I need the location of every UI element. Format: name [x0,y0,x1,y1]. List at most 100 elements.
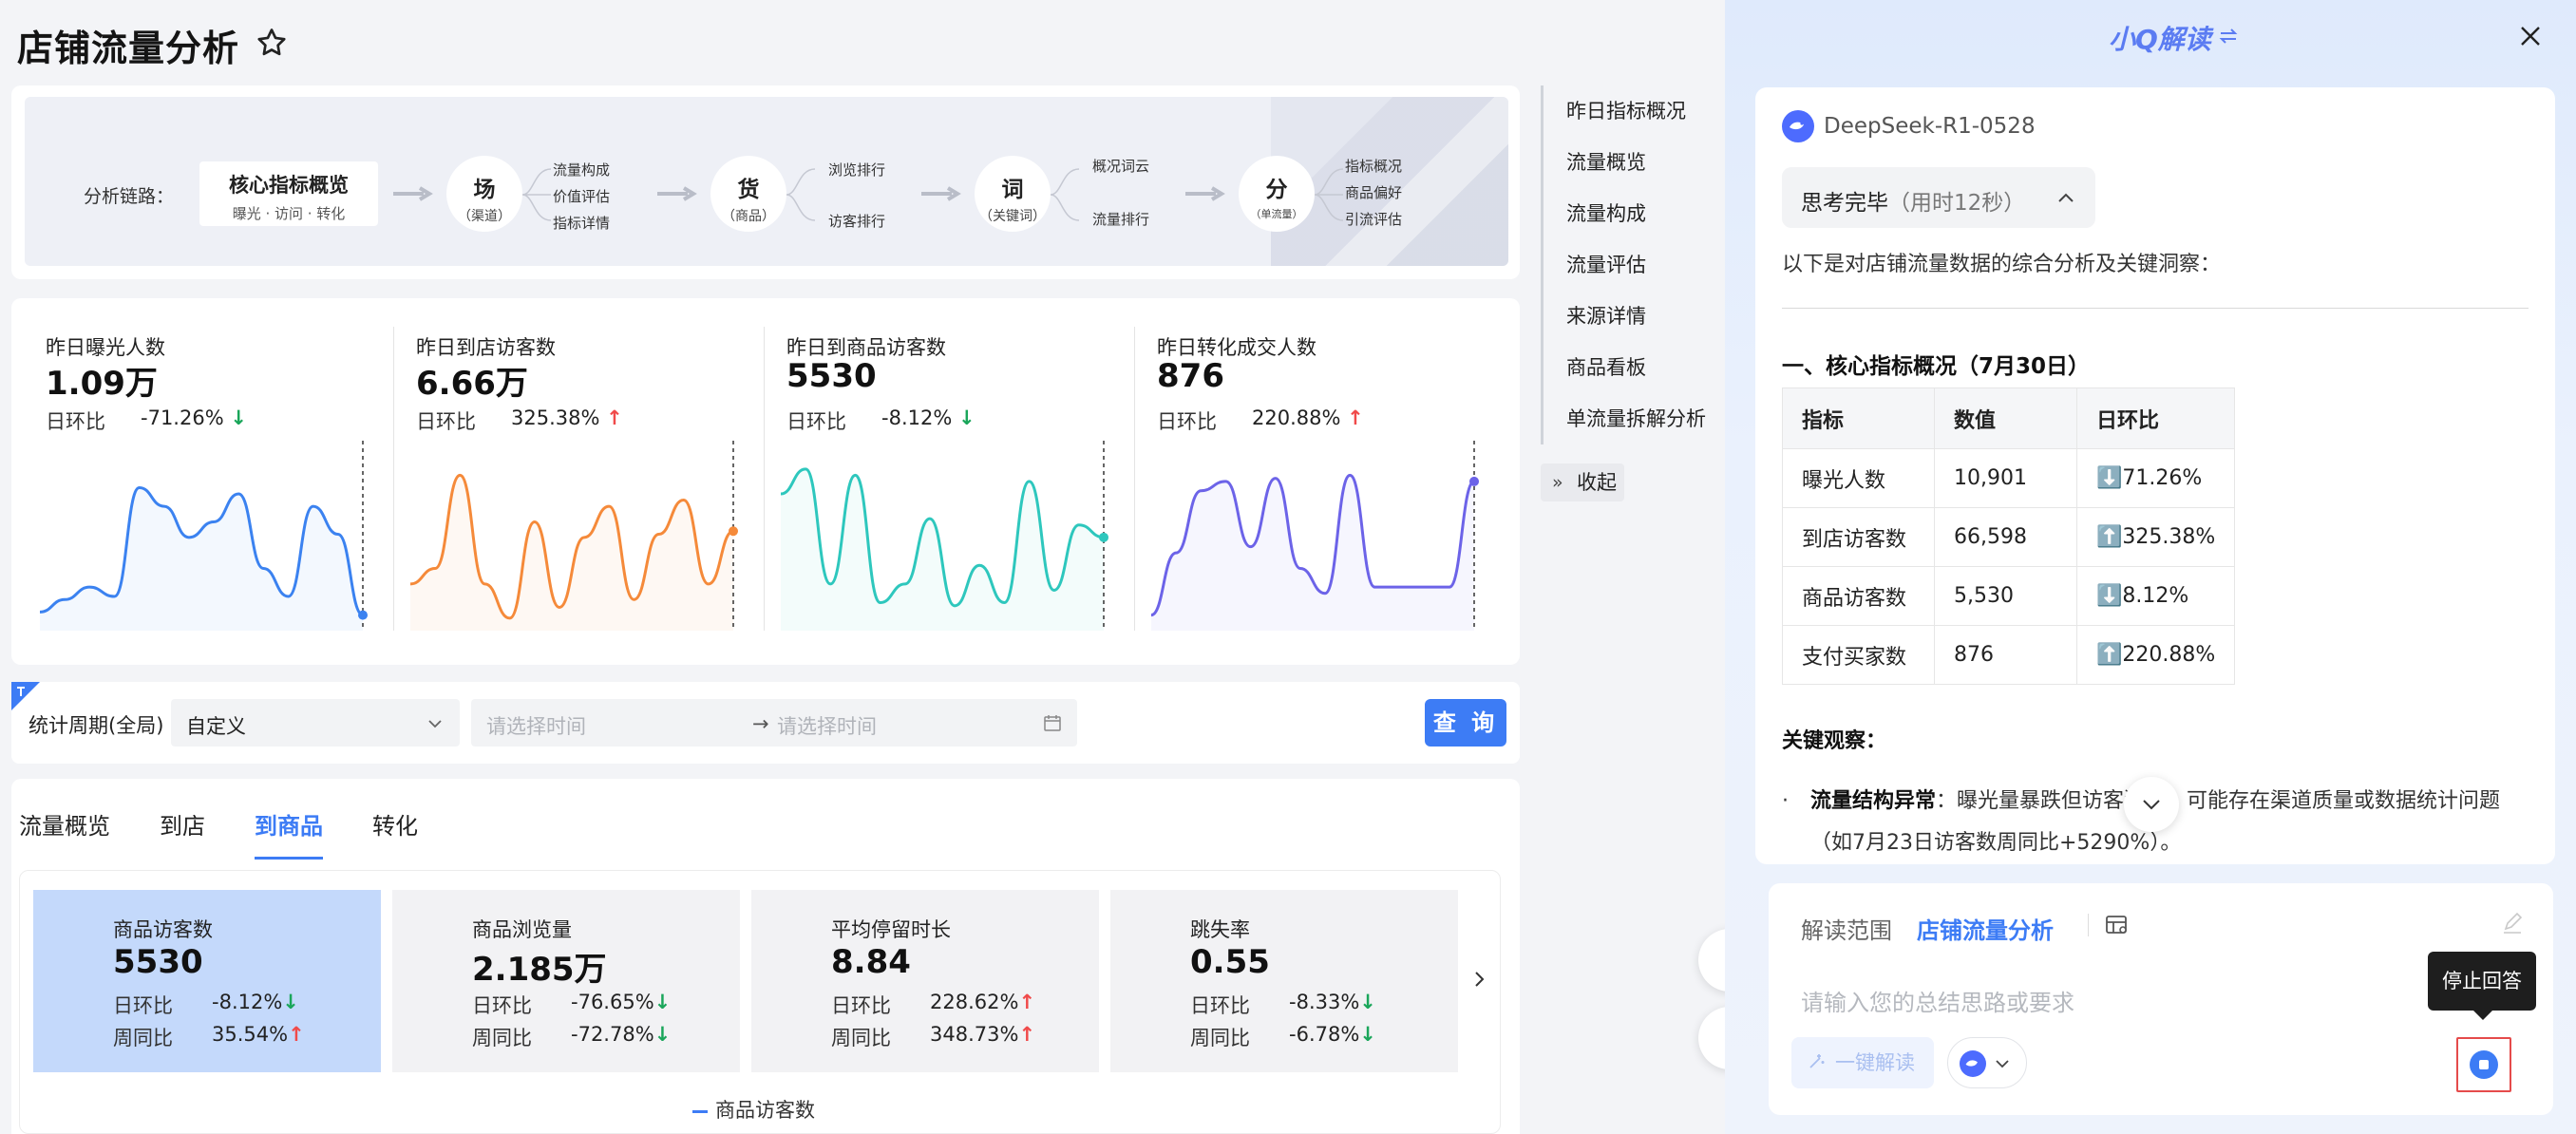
chain-sub-item[interactable]: 商品偏好 [1345,182,1402,202]
period-label: 统计周期(全局) [28,714,164,737]
arrow-up-icon: ↑ [288,1023,305,1046]
tab-conversion[interactable]: 转化 [372,807,418,860]
end-date-input[interactable]: 请选择时间 [777,711,877,740]
chain-sub-item[interactable]: 流量构成 [553,160,610,180]
anchor-nav: 昨日指标概况 流量概览 流量构成 流量评估 来源详情 商品看板 单流量拆解分析 [1541,85,1721,444]
node-sub: （单流量） [1250,208,1303,220]
start-date-input[interactable]: 请选择时间 [486,711,586,740]
anchor-item[interactable]: 昨日指标概况 [1544,85,1721,137]
chevron-right-icon[interactable] [1468,968,1490,991]
sparkline [780,441,1108,631]
metric-value: 0.55 [1190,943,1270,981]
arrow-down-icon: ↓ [1359,991,1376,1013]
filter-bar: 统计周期(全局) 自定义 请选择时间 → 请选择时间 查 询 [11,682,1520,764]
scroll-down-button[interactable] [2124,777,2179,832]
tab-product[interactable]: 到商品 [255,807,323,860]
prompt-input[interactable]: 请输入您的总结思路或要求 [1801,984,2074,1017]
metric-label: 商品访客数 [113,918,213,941]
anchor-item[interactable]: 流量概览 [1544,137,1721,188]
metric-wow-label: 周同比 [472,1027,532,1049]
arrow-down-icon: ↓ [1359,1023,1376,1046]
table-header: 数值 [1934,387,2077,449]
chain-node-single-traffic[interactable]: 分 （单流量） [1239,156,1315,232]
arrow-up-icon: ↑ [1347,406,1364,429]
collapse-button[interactable]: » 收起 [1541,463,1624,501]
stop-answer-button[interactable] [2456,1037,2511,1092]
chain-node-keyword[interactable]: 词 （关键词） [975,156,1051,232]
range-arrow-icon: → [752,712,769,735]
table-settings-icon[interactable] [2105,914,2130,936]
star-icon[interactable] [255,26,289,60]
kpi-compare-value: 220.88% ↑ [1252,406,1364,429]
tab-store[interactable]: 到店 [160,807,205,860]
anchor-item[interactable]: 商品看板 [1544,342,1721,393]
table-cell: 商品访客数 [1782,566,1935,626]
metric-value: 2.185万 [472,951,607,989]
kpi-compare-value: -71.26% ↓ [141,406,247,429]
divider [1782,308,2529,309]
sparkline-area [410,475,733,631]
metric-card[interactable]: 商品访客数 5530 日环比 -8.12%↓ 周同比 35.54%↑ [33,890,381,1072]
tab-traffic-overview[interactable]: 流量概览 [19,807,110,860]
table-row: 支付买家数 876 ⬆️220.88% [1782,625,2236,685]
branch-lines [786,168,816,221]
chevron-down-icon [1996,1060,2009,1068]
table-cell: 5,530 [1934,566,2077,626]
chain-sub-item[interactable]: 概况词云 [1092,156,1149,176]
deepseek-logo-icon [1960,1050,1986,1077]
date-range-picker[interactable]: 请选择时间 → 请选择时间 [471,699,1077,747]
kpi-card: 昨日到商品访客数 5530 日环比 -8.12% ↓ [752,298,1123,665]
core-metrics-node[interactable]: 核心指标概览 曝光 · 访问 · 转化 [199,161,378,226]
metric-card[interactable]: 商品浏览量 2.185万 日环比 -76.65%↓ 周同比 -72.78%↓ [392,890,740,1072]
chevron-down-icon [428,720,442,728]
kpi-value: 6.66万 [416,365,528,403]
one-click-interpret-button[interactable]: 一键解读 [1791,1037,1934,1088]
chain-sub-item[interactable]: 指标详情 [553,213,610,233]
anchor-item[interactable]: 流量评估 [1544,239,1721,291]
table-row: 商品访客数 5,530 ⬇️8.12% [1782,566,2236,626]
stop-tooltip: 停止回答 [2428,952,2536,1020]
chain-sub-item[interactable]: 流量排行 [1092,209,1149,229]
metric-wow-value: 35.54%↑ [212,1023,305,1046]
collapse-label: 收起 [1577,471,1617,494]
metric-dod-label: 日环比 [1190,994,1250,1017]
anchor-item[interactable]: 流量构成 [1544,188,1721,239]
arrow-down-icon: ↓ [230,406,247,429]
node-sub: （渠道） [458,209,511,224]
chain-node-goods[interactable]: 货 （商品） [710,156,786,232]
period-select[interactable]: 自定义 [171,699,460,747]
chain-node-channel[interactable]: 场 （渠道） [446,156,522,232]
metric-dod-value: -76.65%↓ [571,991,672,1013]
table-header: 日环比 [2075,387,2236,449]
edit-icon[interactable] [2500,912,2525,936]
sparkline-area [1151,475,1474,631]
chain-arrow-icon [1185,186,1225,201]
sparkle-icon [1809,1054,1825,1068]
anchor-item[interactable]: 单流量拆解分析 [1544,393,1721,444]
kpi-compare-value: 325.38% ↑ [511,406,623,429]
model-select[interactable] [1947,1037,2027,1088]
metric-card[interactable]: 跳失率 0.55 日环比 -8.33%↓ 周同比 -6.78%↓ [1110,890,1458,1072]
scope-value[interactable]: 店铺流量分析 [1917,912,2054,945]
chain-sub-item[interactable]: 访客排行 [828,211,885,231]
metric-card[interactable]: 平均停留时长 8.84 日环比 228.62%↑ 周同比 348.73%↑ [751,890,1099,1072]
detail-panel: 流量概览 到店 到商品 转化 商品访客数 5530 日环比 -8.12%↓ 周同比 35.… [11,779,1520,1134]
metric-dod-label: 日环比 [113,994,173,1017]
analysis-chain-panel: 分析链路： 核心指标概览 曝光 · 访问 · 转化 场 （渠道） 流量构成 价值… [11,85,1520,279]
chain-sub-item[interactable]: 引流评估 [1345,209,1402,229]
kpi-panel: 昨日曝光人数 1.09万 日环比 -71.26% ↓ 昨日到店访客数 6.66万… [11,298,1520,665]
chain-sub-item[interactable]: 价值评估 [553,186,610,206]
sparkline [409,441,738,631]
thinking-status-toggle[interactable]: 思考完毕（用时12秒） [1782,167,2095,228]
chain-sub-item[interactable]: 浏览排行 [828,160,885,180]
query-button[interactable]: 查 询 [1425,699,1506,747]
chain-arrow-icon [657,186,697,201]
table-cell: 到店访客数 [1782,507,1935,567]
period-select-value: 自定义 [186,715,246,738]
core-node-subtitle: 曝光 · 访问 · 转化 [232,205,346,222]
chain-sub-item[interactable]: 指标概况 [1345,156,1402,176]
scope-label: 解读范围 [1801,917,1892,944]
swap-icon[interactable] [2217,25,2240,47]
anchor-item[interactable]: 来源详情 [1544,291,1721,342]
close-icon[interactable] [2517,23,2544,49]
